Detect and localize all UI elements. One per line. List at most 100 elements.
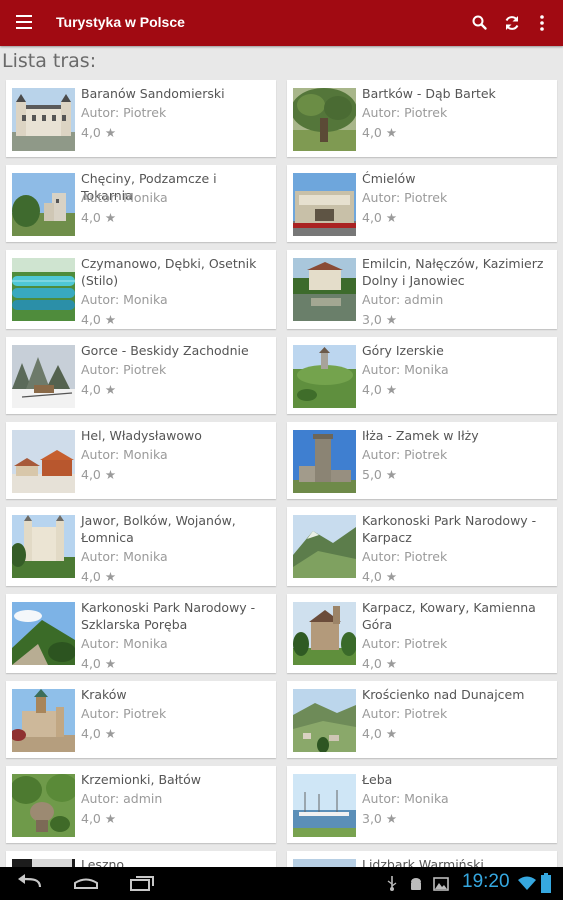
menu-icon[interactable]	[16, 15, 32, 29]
android-icon	[409, 876, 423, 890]
route-card[interactable]: Ćmielów Autor: Piotrek 4,0 ★	[287, 165, 557, 242]
star-icon: ★	[385, 312, 398, 327]
overflow-menu-icon[interactable]	[530, 11, 554, 35]
route-author: Autor: Piotrek	[362, 636, 448, 651]
star-icon: ★	[385, 656, 398, 671]
route-rating: 4,0 ★	[81, 467, 117, 482]
route-thumbnail	[293, 258, 356, 321]
route-thumbnail	[293, 430, 356, 493]
route-name: Gorce - Beskidy Zachodnie	[81, 343, 249, 358]
route-name: Leszno	[81, 857, 125, 867]
back-icon[interactable]	[14, 873, 44, 893]
photo-icon	[433, 876, 449, 891]
route-name: Karkonoski Park Narodowy - Karpacz	[362, 513, 537, 545]
route-card[interactable]: Emilcin, Nałęczów, Kazimierz Dolny i Jan…	[287, 250, 557, 329]
route-card[interactable]: Łeba Autor: Monika 3,0 ★	[287, 766, 557, 843]
route-name: Góry Izerskie	[362, 343, 444, 358]
star-icon: ★	[385, 811, 398, 826]
route-author: Autor: Monika	[81, 190, 168, 205]
star-icon: ★	[385, 467, 398, 482]
route-name: Krościenko nad Dunajcem	[362, 687, 525, 702]
route-rating: 4,0 ★	[81, 811, 117, 826]
route-card[interactable]: Leszno	[6, 851, 276, 867]
route-name: Karpacz, Kowary, Kamienna Góra	[362, 600, 536, 632]
route-thumbnail	[293, 88, 356, 151]
star-icon: ★	[104, 726, 117, 741]
route-card[interactable]: Bartków - Dąb Bartek Autor: Piotrek 4,0 …	[287, 80, 557, 157]
wifi-icon	[517, 875, 537, 891]
route-thumbnail	[12, 430, 75, 493]
route-card[interactable]: Kraków Autor: Piotrek 4,0 ★	[6, 681, 276, 758]
star-icon: ★	[104, 467, 117, 482]
route-card[interactable]: Karkonoski Park Narodowy - Karpacz Autor…	[287, 507, 557, 586]
route-author: Autor: Piotrek	[81, 105, 167, 120]
status-clock: 19:20	[462, 871, 510, 892]
route-card[interactable]: Gorce - Beskidy Zachodnie Autor: Piotrek…	[6, 337, 276, 414]
star-icon: ★	[104, 811, 117, 826]
recent-apps-icon[interactable]	[128, 873, 158, 893]
star-icon: ★	[385, 382, 398, 397]
star-icon: ★	[385, 569, 398, 584]
route-rating: 4,0 ★	[362, 382, 398, 397]
search-icon[interactable]	[468, 11, 492, 35]
home-icon[interactable]	[71, 873, 101, 893]
route-rating: 4,0 ★	[81, 726, 117, 741]
route-rating: 4,0 ★	[362, 656, 398, 671]
route-card[interactable]: Krościenko nad Dunajcem Autor: Piotrek 4…	[287, 681, 557, 758]
route-thumbnail	[12, 345, 75, 408]
route-author: Autor: Monika	[362, 791, 449, 806]
system-nav-bar: 19:20	[0, 867, 563, 900]
route-rating: 4,0 ★	[81, 125, 117, 140]
route-thumbnail	[12, 774, 75, 837]
route-author: Autor: Piotrek	[81, 706, 167, 721]
route-author: Autor: Monika	[362, 362, 449, 377]
route-card[interactable]: Góry Izerskie Autor: Monika 4,0 ★	[287, 337, 557, 414]
route-thumbnail	[12, 689, 75, 752]
route-card[interactable]: Karpacz, Kowary, Kamienna Góra Autor: Pi…	[287, 594, 557, 673]
route-card[interactable]: Hel, Władysławowo Autor: Monika 4,0 ★	[6, 422, 276, 499]
route-name: Iłża - Zamek w Iłży	[362, 428, 479, 443]
route-card[interactable]: Krzemionki, Bałtów Autor: admin 4,0 ★	[6, 766, 276, 843]
route-rating: 4,0 ★	[81, 656, 117, 671]
route-thumbnail	[293, 859, 356, 867]
route-name: Jawor, Bolków, Wojanów, Łomnica	[81, 513, 236, 545]
route-thumbnail	[293, 689, 356, 752]
route-name: Karkonoski Park Narodowy - Szklarska Por…	[81, 600, 256, 632]
route-card[interactable]: Jawor, Bolków, Wojanów, Łomnica Autor: M…	[6, 507, 276, 586]
route-card[interactable]: Lidzbark Warmiński	[287, 851, 557, 867]
star-icon: ★	[104, 125, 117, 140]
route-name: Emilcin, Nałęczów, Kazimierz Dolny i Jan…	[362, 256, 544, 288]
route-rating: 4,0 ★	[362, 125, 398, 140]
refresh-icon[interactable]	[500, 11, 524, 35]
star-icon: ★	[385, 210, 398, 225]
route-thumbnail	[293, 602, 356, 665]
route-card[interactable]: Karkonoski Park Narodowy - Szklarska Por…	[6, 594, 276, 673]
star-icon: ★	[104, 312, 117, 327]
route-rating: 4,0 ★	[81, 382, 117, 397]
route-rating: 4,0 ★	[362, 210, 398, 225]
route-card[interactable]: Iłża - Zamek w Iłży Autor: Piotrek 5,0 ★	[287, 422, 557, 499]
routes-list[interactable]: Baranów Sandomierski Autor: Piotrek 4,0 …	[0, 77, 563, 867]
route-name: Ćmielów	[362, 171, 416, 186]
route-author: Autor: Piotrek	[81, 362, 167, 377]
route-name: Bartków - Dąb Bartek	[362, 86, 496, 101]
route-author: Autor: Monika	[81, 549, 168, 564]
app-title: Turystyka w Polsce	[56, 14, 185, 30]
route-rating: 3,0 ★	[362, 811, 398, 826]
route-rating: 4,0 ★	[81, 312, 117, 327]
star-icon: ★	[104, 382, 117, 397]
route-author: Autor: Monika	[81, 447, 168, 462]
star-icon: ★	[385, 125, 398, 140]
route-rating: 3,0 ★	[362, 312, 398, 327]
route-author: Autor: admin	[362, 292, 444, 307]
route-rating: 4,0 ★	[362, 726, 398, 741]
app-bar: Turystyka w Polsce	[0, 0, 563, 46]
route-name: Łeba	[362, 772, 393, 787]
route-author: Autor: Piotrek	[362, 549, 448, 564]
route-card[interactable]: Czymanowo, Dębki, Osetnik (Stilo) Autor:…	[6, 250, 276, 329]
route-thumbnail	[293, 345, 356, 408]
route-card[interactable]: Chęciny, Podzamcze i Tokarnia Autor: Mon…	[6, 165, 276, 242]
route-author: Autor: Piotrek	[362, 190, 448, 205]
route-rating: 4,0 ★	[362, 569, 398, 584]
route-card[interactable]: Baranów Sandomierski Autor: Piotrek 4,0 …	[6, 80, 276, 157]
